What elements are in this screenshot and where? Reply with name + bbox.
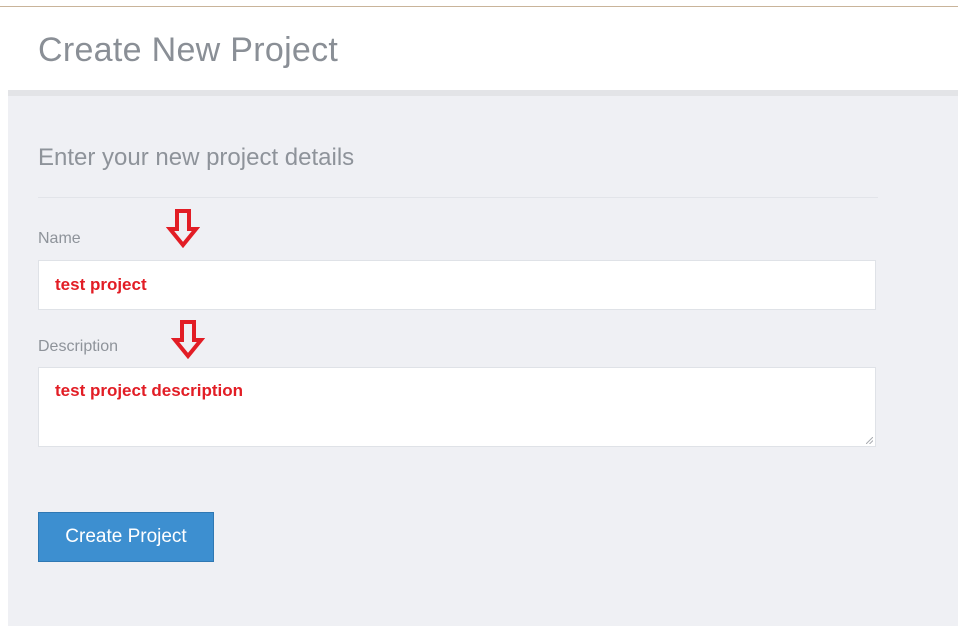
section-divider [38,197,878,198]
annotation-down-arrow-icon [171,320,205,359]
name-input-value: test project [55,275,147,294]
create-project-button[interactable]: Create Project [38,512,214,562]
description-label: Description [38,338,119,355]
name-input[interactable]: test project [38,260,876,310]
section-title: Enter your new project details [38,144,355,171]
name-label: Name [38,230,81,247]
annotation-down-arrow-icon [166,209,200,248]
resize-handle-icon[interactable] [866,437,873,444]
page-title: Create New Project [38,31,339,69]
description-textarea[interactable]: test project description [38,367,876,447]
project-form-panel: Enter your new project details Name test… [8,96,958,626]
page-header: Create New Project [0,7,958,90]
description-textarea-value: test project description [55,381,243,400]
